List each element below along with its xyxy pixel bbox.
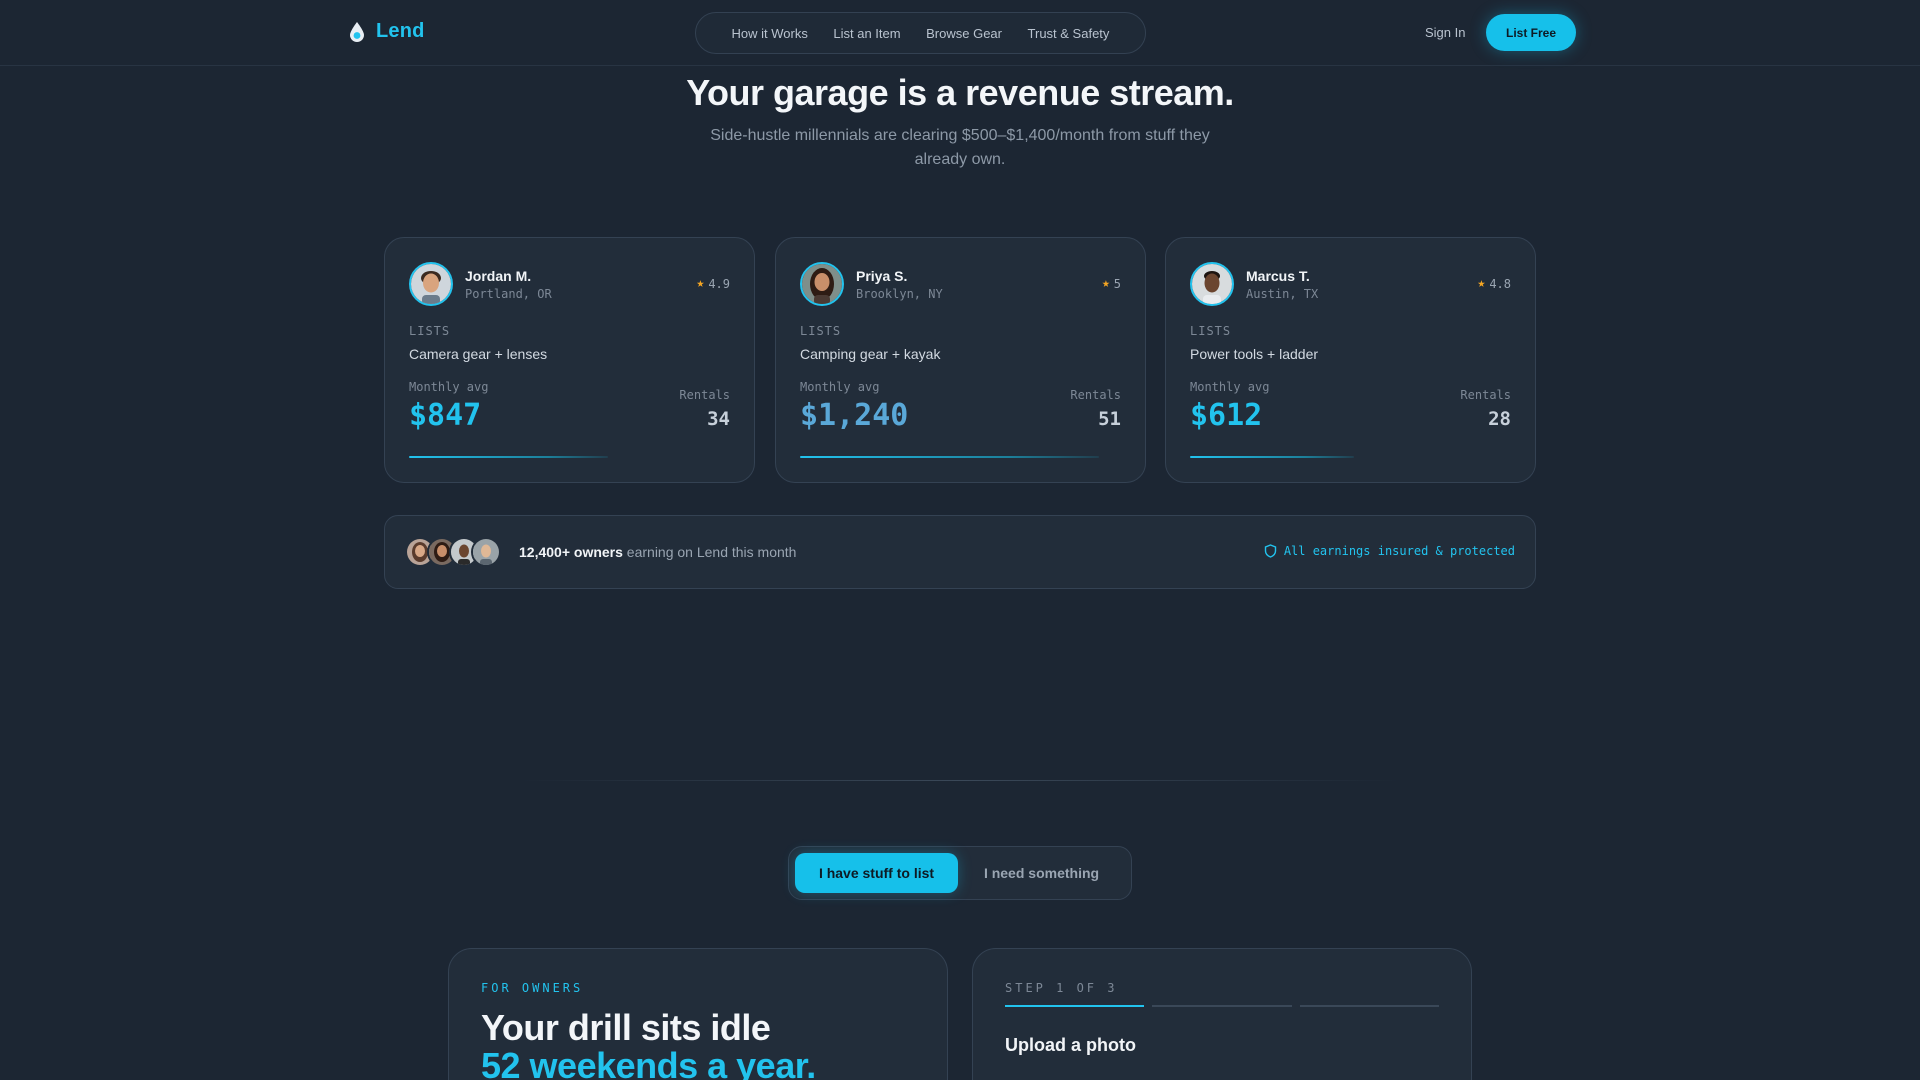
- lists-value: Camera gear + lenses: [409, 346, 548, 362]
- step-progress: [1005, 1005, 1439, 1007]
- list-free-button[interactable]: List Free: [1486, 14, 1576, 51]
- owners-count: 12,400+ owners: [519, 544, 623, 560]
- earner-name: Jordan M.: [465, 267, 532, 284]
- lists-value: Camping gear + kayak: [800, 346, 941, 362]
- lists-label: LISTS: [1190, 324, 1232, 338]
- earner-rating: ★ 5: [1102, 276, 1121, 291]
- owners-title-accent: 52 weekends a year.: [481, 1045, 816, 1080]
- listing-steps-panel: STEP 1 OF 3 Upload a photo: [972, 948, 1472, 1080]
- avatar: [1190, 262, 1234, 306]
- sign-in-link[interactable]: Sign In: [1425, 25, 1465, 40]
- upload-photo-title: Upload a photo: [1005, 1035, 1136, 1055]
- hero-title: Your garage is a revenue stream.: [686, 72, 1234, 113]
- earner-name: Marcus T.: [1246, 267, 1310, 284]
- insured-badge: All earnings insured & protected: [1264, 544, 1515, 558]
- audience-toggle: I have stuff to list I need something: [788, 846, 1132, 900]
- avatar: [409, 262, 453, 306]
- earner-rating: ★ 4.9: [696, 276, 730, 291]
- owners-eyebrow: FOR OWNERS: [481, 981, 584, 995]
- rentals-value: 28: [1488, 408, 1511, 430]
- lists-label: LISTS: [409, 324, 451, 338]
- earner-location: Austin, TX: [1246, 286, 1319, 301]
- step-2-bar: [1152, 1005, 1292, 1007]
- rentals-label: Rentals: [1070, 388, 1121, 402]
- brand-logo[interactable]: Lend: [348, 20, 425, 43]
- nav-link-list-an-item[interactable]: List an Item: [833, 26, 900, 41]
- earnings-progress-bar: [1190, 456, 1511, 458]
- step-3-bar: [1299, 1005, 1439, 1007]
- earnings-progress-fill: [409, 456, 609, 458]
- step-indicator: STEP 1 OF 3: [1005, 981, 1118, 995]
- rating-value: 4.9: [708, 276, 730, 291]
- earner-location: Brooklyn, NY: [856, 286, 943, 301]
- earner-card: Jordan M. Portland, OR ★ 4.9 LISTS Camer…: [384, 237, 755, 483]
- rentals-value: 51: [1098, 408, 1121, 430]
- nav-link-browse-gear[interactable]: Browse Gear: [926, 26, 1002, 41]
- earnings-progress-fill: [800, 456, 1099, 458]
- avatar-stack: [405, 537, 501, 567]
- social-proof-strip: 12,400+ owners earning on Lend this mont…: [384, 515, 1536, 589]
- nav-links: How it Works List an Item Browse Gear Tr…: [695, 12, 1146, 54]
- lists-value: Power tools + ladder: [1190, 346, 1319, 362]
- avatar: [471, 537, 501, 567]
- earner-name: Priya S.: [856, 267, 908, 284]
- earnings-progress-fill: [1190, 456, 1354, 458]
- section-divider: [520, 780, 1400, 781]
- earner-card: Marcus T. Austin, TX ★ 4.8 LISTS Power t…: [1165, 237, 1536, 483]
- toggle-need-something[interactable]: I need something: [958, 853, 1125, 893]
- owners-count-suffix: earning on Lend this month: [622, 544, 797, 560]
- earnings-progress-bar: [800, 456, 1121, 458]
- drop-logo-icon: [350, 21, 364, 42]
- nav-link-trust-safety[interactable]: Trust & Safety: [1028, 26, 1110, 41]
- earner-location: Portland, OR: [465, 286, 552, 301]
- star-icon: ★: [1101, 276, 1110, 291]
- owners-title: Your drill sits idle: [481, 1007, 771, 1048]
- rating-value: 5: [1113, 276, 1121, 291]
- step-1-bar: [1005, 1005, 1145, 1007]
- rating-value: 4.8: [1489, 276, 1511, 291]
- rentals-label: Rentals: [679, 388, 730, 402]
- earner-rating: ★ 4.8: [1477, 276, 1511, 291]
- earner-card: Priya S. Brooklyn, NY ★ 5 LISTS Camping …: [775, 237, 1146, 483]
- avatar: [800, 262, 844, 306]
- top-navbar: Lend How it Works List an Item Browse Ge…: [0, 0, 1920, 66]
- star-icon: ★: [1477, 276, 1486, 291]
- owners-panel: FOR OWNERS Your drill sits idle 52 weeke…: [448, 948, 948, 1080]
- star-icon: ★: [696, 276, 705, 291]
- hero-subtitle: Side-hustle millennials are clearing $50…: [710, 127, 1210, 168]
- earnings-progress-bar: [409, 456, 730, 458]
- nav-link-how-it-works[interactable]: How it Works: [732, 26, 808, 41]
- lists-label: LISTS: [800, 324, 842, 338]
- rentals-label: Rentals: [1460, 388, 1511, 402]
- shield-icon: [1264, 544, 1277, 558]
- brand-name: Lend: [376, 20, 425, 42]
- toggle-list-stuff[interactable]: I have stuff to list: [795, 853, 958, 893]
- insured-text: All earnings insured & protected: [1283, 544, 1515, 558]
- rentals-value: 34: [707, 408, 730, 430]
- owners-count-text: 12,400+ owners earning on Lend this mont…: [519, 544, 796, 560]
